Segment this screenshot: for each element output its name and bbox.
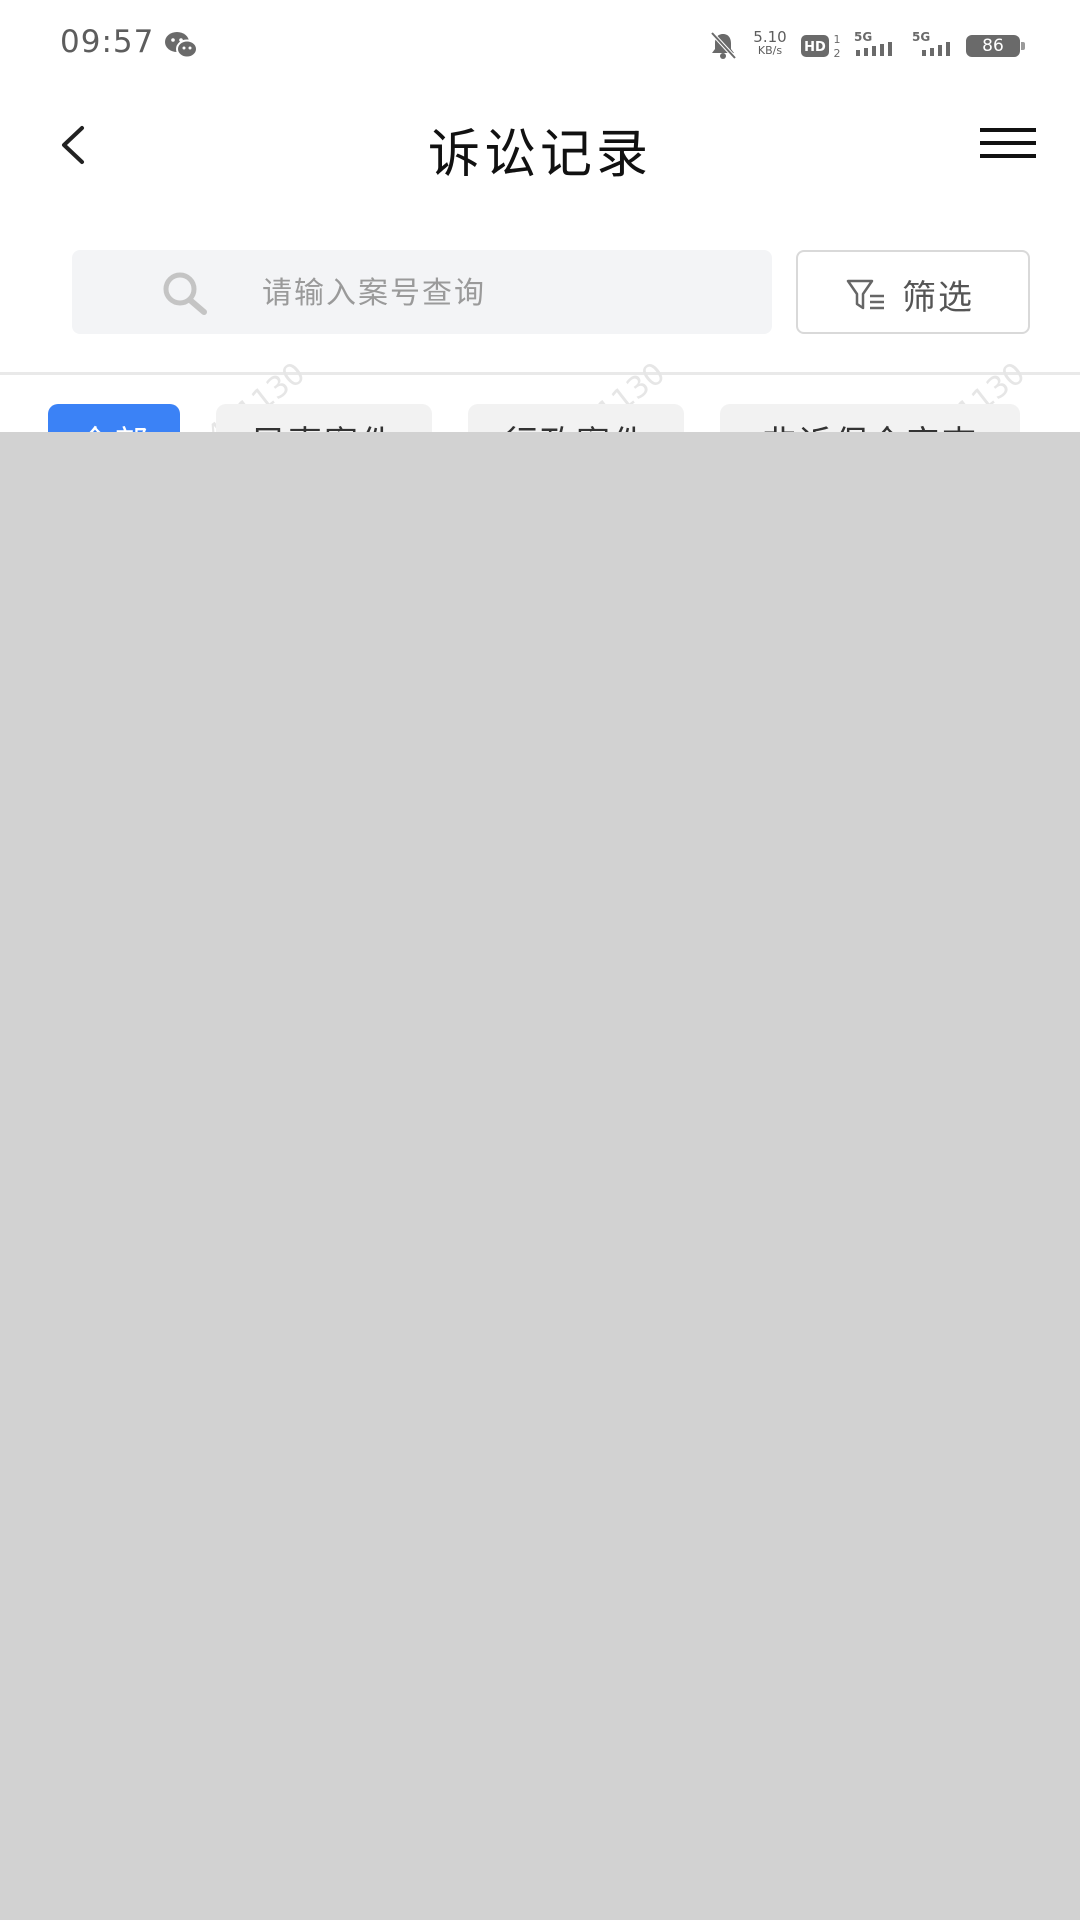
search-box[interactable] (72, 250, 772, 334)
filter-button[interactable]: 筛选 (796, 250, 1030, 334)
menu-icon[interactable] (980, 126, 1036, 160)
status-time: 09:57 (60, 24, 155, 60)
network-speed: 5.10 KB/s (748, 30, 792, 58)
svg-text:5G: 5G (854, 30, 872, 44)
battery-indicator: 86 (966, 35, 1025, 57)
signal-5g-icon-2: 5G (912, 30, 950, 56)
filter-label: 筛选 (902, 278, 974, 318)
network-speed-unit: KB/s (757, 44, 783, 57)
wechat-icon (165, 32, 198, 59)
search-icon (163, 272, 207, 315)
svg-text:5G: 5G (912, 30, 930, 44)
loading-overlay (0, 432, 1080, 1920)
page-title: 诉讼记录 (427, 125, 652, 185)
svg-text:HD: HD (804, 40, 826, 55)
svg-text:1: 1 (834, 33, 841, 46)
hd-icon: HD 1 2 (801, 33, 841, 60)
divider (0, 372, 1080, 375)
signal-5g-icon: 5G (854, 30, 892, 56)
network-speed-value: 5.10 (753, 28, 787, 46)
svg-text:2: 2 (834, 47, 841, 60)
filter-icon (846, 279, 884, 310)
status-bar: 09:57 5.10 KB/s HD 1 2 5G 5G 86 (0, 0, 1080, 90)
search-input[interactable] (260, 264, 744, 322)
bell-off-icon (710, 31, 737, 60)
